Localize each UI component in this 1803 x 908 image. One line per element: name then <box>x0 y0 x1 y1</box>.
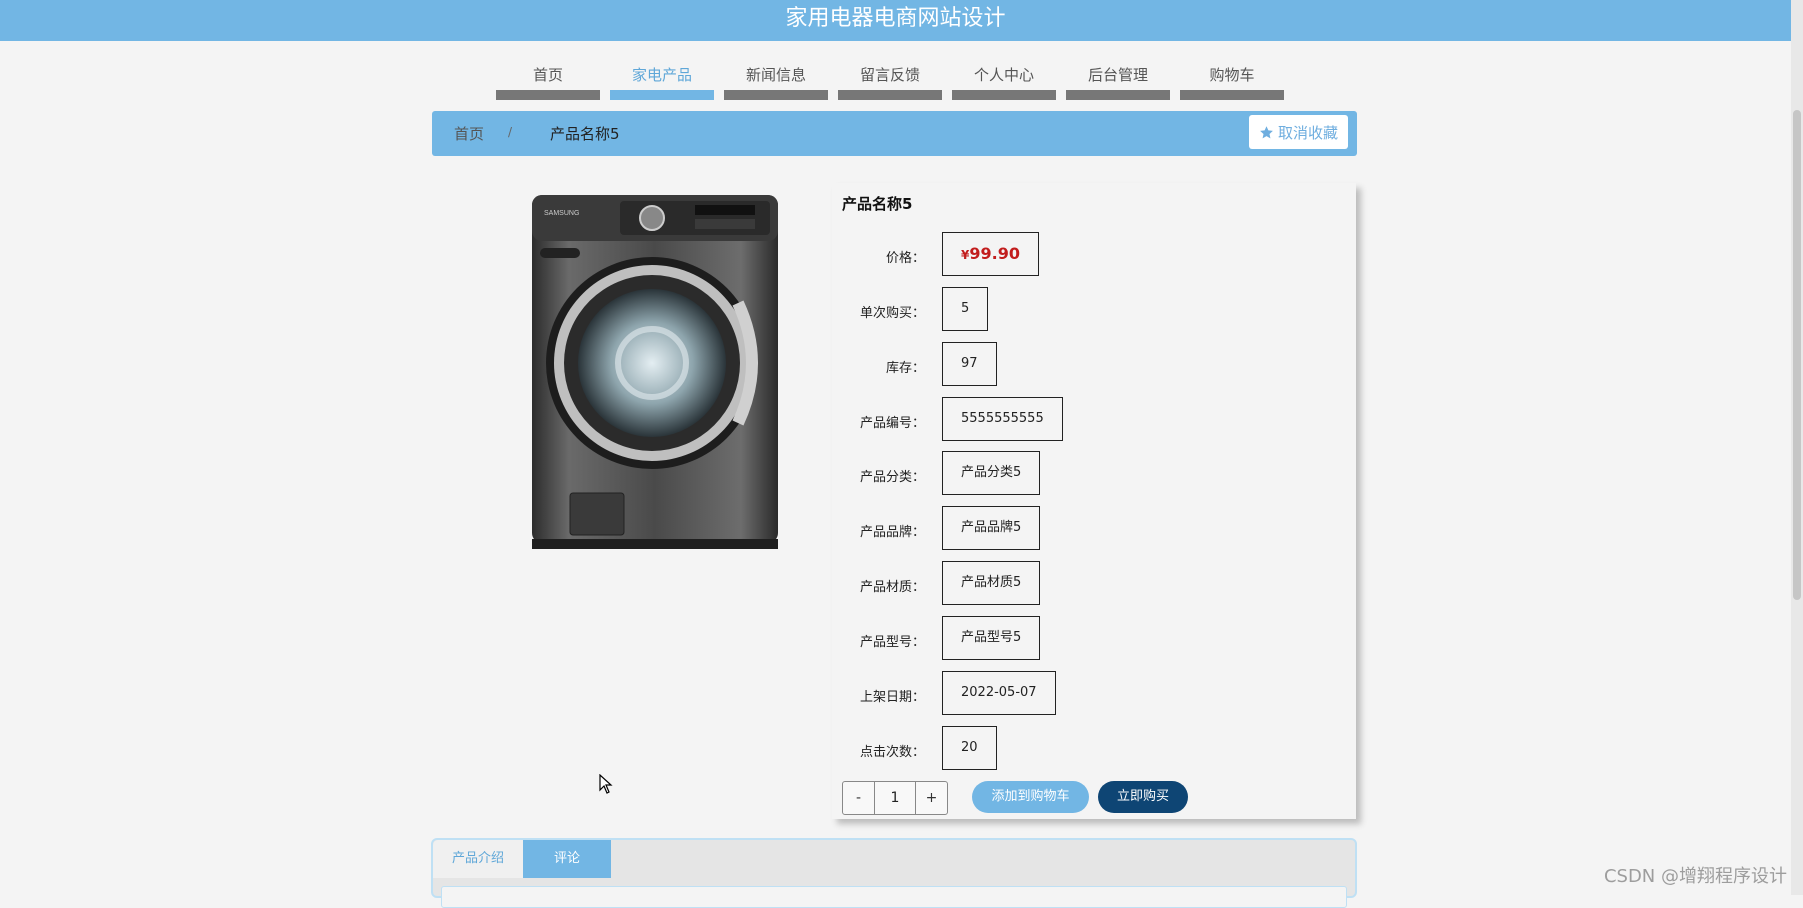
brand-value: 产品品牌5 <box>942 506 1041 550</box>
product-name: 产品名称5 <box>842 195 913 213</box>
product-number-value: 5555555555 <box>942 397 1063 441</box>
nav-item-label: 家电产品 <box>631 66 692 84</box>
watermark: CSDN @增翔程序设计 <box>1603 866 1787 887</box>
scrollbar-thumb[interactable] <box>1793 110 1801 600</box>
breadcrumb-home-link[interactable]: 首页 <box>454 123 484 144</box>
nav-item-label: 新闻信息 <box>745 66 806 84</box>
click-count-value: 20 <box>942 726 997 770</box>
field-label-single-purchase: 单次购买： <box>859 306 925 321</box>
field-label-stock: 库存： <box>885 361 925 376</box>
quantity-increase-button[interactable]: + <box>916 782 947 814</box>
quantity-input[interactable]: 1 <box>874 782 916 814</box>
buy-now-button[interactable]: 立即购买 <box>1098 781 1188 813</box>
mouse-cursor-icon <box>599 774 613 794</box>
nav-item-products[interactable]: 家电产品 <box>610 54 714 100</box>
washing-machine-image: SAMSUNG <box>532 195 778 549</box>
breadcrumb: 首页 / 产品名称5 取消收藏 <box>432 111 1357 156</box>
nav-item-home[interactable]: 首页 <box>496 54 600 100</box>
breadcrumb-separator: / <box>508 125 513 139</box>
nav-item-feedback[interactable]: 留言反馈 <box>838 54 942 100</box>
site-header: 家用电器电商网站设计 <box>0 0 1791 41</box>
nav-item-label: 个人中心 <box>973 66 1034 84</box>
field-label-product-number: 产品编号： <box>859 416 925 431</box>
brand-logo-text: SAMSUNG <box>544 210 579 217</box>
field-label-material: 产品材质： <box>859 580 925 595</box>
nav-item-cart[interactable]: 购物车 <box>1180 54 1284 100</box>
product-image: SAMSUNG <box>530 193 780 553</box>
nav-item-news[interactable]: 新闻信息 <box>724 54 828 100</box>
material-value: 产品材质5 <box>942 561 1041 605</box>
price-value: ¥99.90 <box>942 232 1039 276</box>
star-icon <box>1260 125 1273 138</box>
main-nav: 首页 家电产品 新闻信息 留言反馈 个人中心 后台管理 购物车 <box>496 54 1284 100</box>
field-label-price: 价格： <box>885 251 925 266</box>
tab-product-intro[interactable]: 产品介绍 <box>433 840 523 878</box>
nav-item-label: 首页 <box>532 66 563 84</box>
nav-item-profile[interactable]: 个人中心 <box>952 54 1056 100</box>
category-value: 产品分类5 <box>942 451 1041 495</box>
listing-date-value: 2022-05-07 <box>942 671 1056 715</box>
page-scrollbar[interactable] <box>1791 0 1803 895</box>
tab-content-panel <box>441 886 1347 908</box>
model-value: 产品型号5 <box>942 616 1041 660</box>
add-to-cart-button[interactable]: 添加到购物车 <box>972 781 1089 813</box>
product-tabs: 产品介绍 评论 <box>431 838 1357 908</box>
field-label-click-count: 点击次数： <box>859 745 925 760</box>
field-label-brand: 产品品牌： <box>859 525 925 540</box>
field-label-listing-date: 上架日期： <box>859 690 925 705</box>
nav-item-admin[interactable]: 后台管理 <box>1066 54 1170 100</box>
quantity-stepper: - 1 + <box>842 781 948 815</box>
nav-item-label: 后台管理 <box>1087 66 1148 84</box>
field-label-category: 产品分类： <box>859 470 925 485</box>
site-title: 家用电器电商网站设计 <box>785 6 1006 31</box>
single-purchase-value: 5 <box>942 287 989 331</box>
stock-value: 97 <box>942 342 997 386</box>
nav-item-label: 购物车 <box>1209 66 1255 84</box>
price-amount: 99.90 <box>969 244 1020 263</box>
breadcrumb-current: 产品名称5 <box>550 125 620 143</box>
tab-comments[interactable]: 评论 <box>523 840 611 878</box>
quantity-decrease-button[interactable]: - <box>843 782 874 814</box>
unfavorite-button[interactable]: 取消收藏 <box>1248 115 1348 149</box>
nav-item-label: 留言反馈 <box>859 66 920 84</box>
unfavorite-label: 取消收藏 <box>1277 123 1338 142</box>
field-label-model: 产品型号： <box>859 635 925 650</box>
product-detail-card: 产品名称5 价格： ¥99.90 单次购买： 5 库存： 97 产品编号： 55… <box>832 183 1356 819</box>
